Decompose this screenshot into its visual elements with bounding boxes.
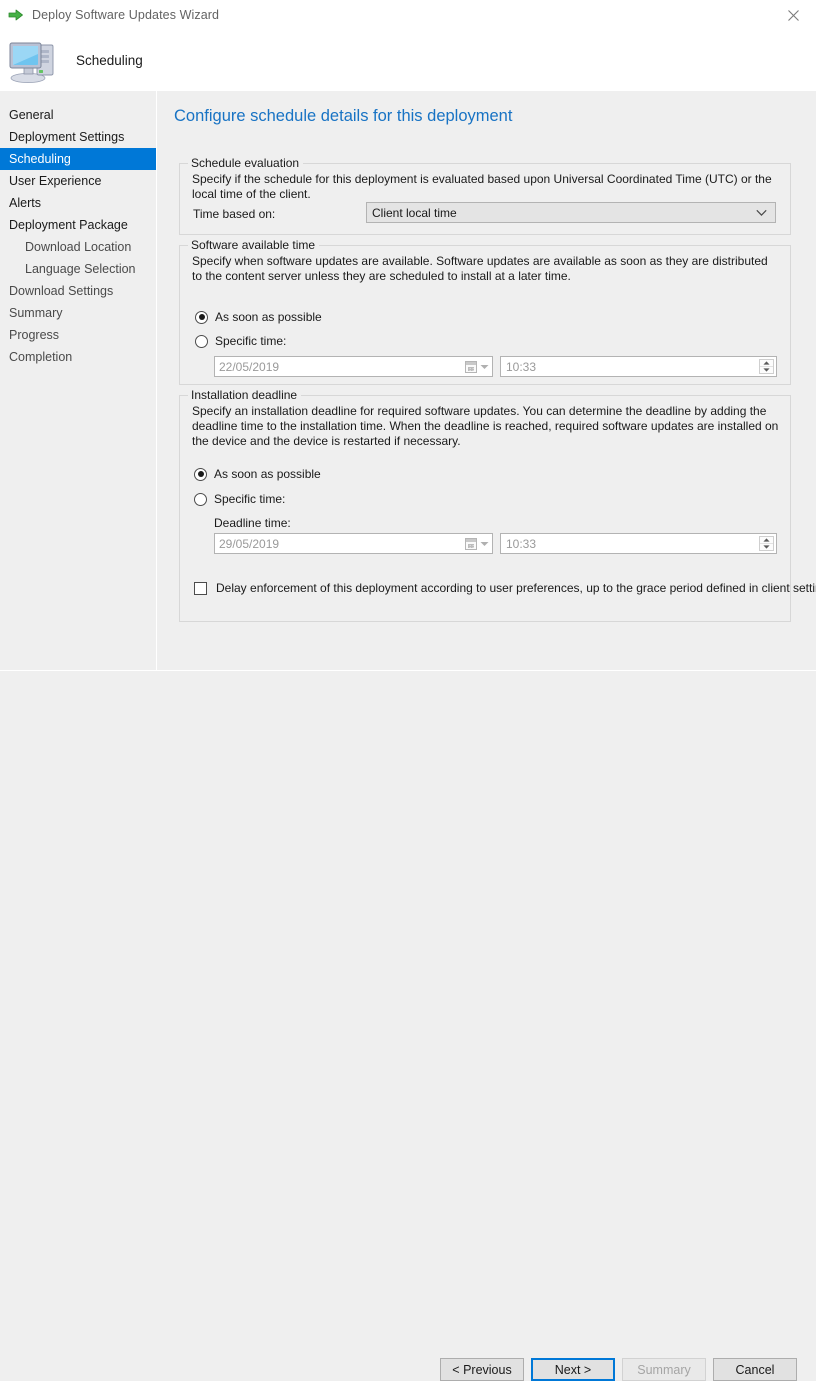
radio-indicator xyxy=(195,310,208,324)
software-available-time-legend: Software available time xyxy=(188,238,320,252)
time-spinner[interactable] xyxy=(759,359,774,374)
radio-indicator xyxy=(194,467,207,481)
caret-down-icon xyxy=(763,545,770,549)
delay-enforcement-checkbox[interactable]: Delay enforcement of this deployment acc… xyxy=(194,581,816,595)
content-heading: Configure schedule details for this depl… xyxy=(174,107,513,125)
green-arrow-icon xyxy=(8,9,23,21)
radio-indicator xyxy=(194,492,207,506)
wizard-body: General Deployment Settings Scheduling U… xyxy=(0,91,816,721)
deadline-time-value: 10:33 xyxy=(506,536,537,551)
deadline-asap-label: As soon as possible xyxy=(214,467,321,481)
software-available-date-input[interactable]: 22/05/2019 xyxy=(214,356,493,377)
sidebar-item-download-settings[interactable]: Download Settings xyxy=(0,280,156,302)
sidebar-item-progress[interactable]: Progress xyxy=(0,324,156,346)
computer-icon xyxy=(9,42,54,83)
chevron-down-icon xyxy=(480,541,489,546)
caret-down-icon xyxy=(763,368,770,372)
sidebar-item-deployment-settings[interactable]: Deployment Settings xyxy=(0,126,156,148)
sidebar-item-scheduling[interactable]: Scheduling xyxy=(0,148,156,170)
software-asap-radio[interactable]: As soon as possible xyxy=(195,310,322,324)
deadline-specific-time-radio[interactable]: Specific time: xyxy=(194,492,285,506)
sidebar-item-completion[interactable]: Completion xyxy=(0,346,156,368)
deadline-date-input[interactable]: 29/05/2019 xyxy=(214,533,493,554)
calendar-icon xyxy=(465,360,477,373)
delay-enforcement-label: Delay enforcement of this deployment acc… xyxy=(216,581,816,595)
software-specific-time-radio[interactable]: Specific time: xyxy=(195,334,286,348)
sidebar-item-user-experience[interactable]: User Experience xyxy=(0,170,156,192)
time-based-on-select[interactable]: Client local time xyxy=(366,202,776,223)
cancel-button[interactable]: Cancel xyxy=(713,1358,797,1381)
spinner-down-button[interactable] xyxy=(760,543,773,550)
close-button[interactable] xyxy=(770,0,816,30)
time-based-on-value: Client local time xyxy=(372,205,457,220)
schedule-evaluation-description: Specify if the schedule for this deploym… xyxy=(192,172,772,201)
date-picker-buttons[interactable] xyxy=(465,360,489,373)
time-based-on-label: Time based on: xyxy=(193,207,276,221)
previous-button[interactable]: < Previous xyxy=(440,1358,524,1381)
software-available-date-value: 22/05/2019 xyxy=(219,359,280,374)
deadline-asap-radio[interactable]: As soon as possible xyxy=(194,467,321,481)
software-available-time-input[interactable]: 10:33 xyxy=(500,356,777,377)
wizard-footer: < Previous Next > Summary Cancel xyxy=(0,671,816,1381)
deadline-time-label: Deadline time: xyxy=(214,516,291,530)
time-spinner[interactable] xyxy=(759,536,774,551)
schedule-evaluation-legend: Schedule evaluation xyxy=(188,156,304,170)
deadline-date-value: 29/05/2019 xyxy=(219,536,280,551)
calendar-icon xyxy=(465,537,477,550)
sidebar-item-alerts[interactable]: Alerts xyxy=(0,192,156,214)
sidebar-item-download-location[interactable]: Download Location xyxy=(0,236,156,258)
page-title: Scheduling xyxy=(76,53,143,68)
schedule-evaluation-group: Schedule evaluation Specify if the sched… xyxy=(179,156,791,235)
spinner-down-button[interactable] xyxy=(760,366,773,373)
wizard-step-sidebar: General Deployment Settings Scheduling U… xyxy=(0,91,156,721)
installation-deadline-group: Installation deadline Specify an install… xyxy=(179,388,816,622)
installation-deadline-description: Specify an installation deadline for req… xyxy=(192,404,779,448)
sidebar-item-general[interactable]: General xyxy=(0,104,156,126)
wizard-header: Scheduling xyxy=(0,30,816,91)
window-title: Deploy Software Updates Wizard xyxy=(32,8,220,22)
software-available-time-value: 10:33 xyxy=(506,359,537,374)
date-picker-buttons[interactable] xyxy=(465,537,489,550)
summary-button: Summary xyxy=(622,1358,706,1381)
deadline-time-input[interactable]: 10:33 xyxy=(500,533,777,554)
sidebar-item-summary[interactable]: Summary xyxy=(0,302,156,324)
software-available-time-description: Specify when software updates are availa… xyxy=(192,254,768,283)
chevron-down-icon xyxy=(756,209,767,216)
sidebar-item-deployment-package[interactable]: Deployment Package xyxy=(0,214,156,236)
wizard-content: Configure schedule details for this depl… xyxy=(157,91,816,721)
software-asap-label: As soon as possible xyxy=(215,310,322,324)
next-button[interactable]: Next > xyxy=(531,1358,615,1381)
caret-up-icon xyxy=(763,538,770,542)
deadline-specific-time-label: Specific time: xyxy=(214,492,286,506)
close-icon xyxy=(787,9,799,21)
sidebar-item-language-selection[interactable]: Language Selection xyxy=(0,258,156,280)
radio-indicator xyxy=(195,334,208,348)
software-available-time-group: Software available time Specify when sof… xyxy=(179,238,791,385)
chevron-down-icon xyxy=(480,364,489,369)
installation-deadline-legend: Installation deadline xyxy=(188,388,302,402)
title-bar: Deploy Software Updates Wizard xyxy=(0,0,816,30)
software-specific-time-label: Specific time: xyxy=(215,334,287,348)
caret-up-icon xyxy=(763,361,770,365)
checkbox-indicator xyxy=(194,581,207,595)
